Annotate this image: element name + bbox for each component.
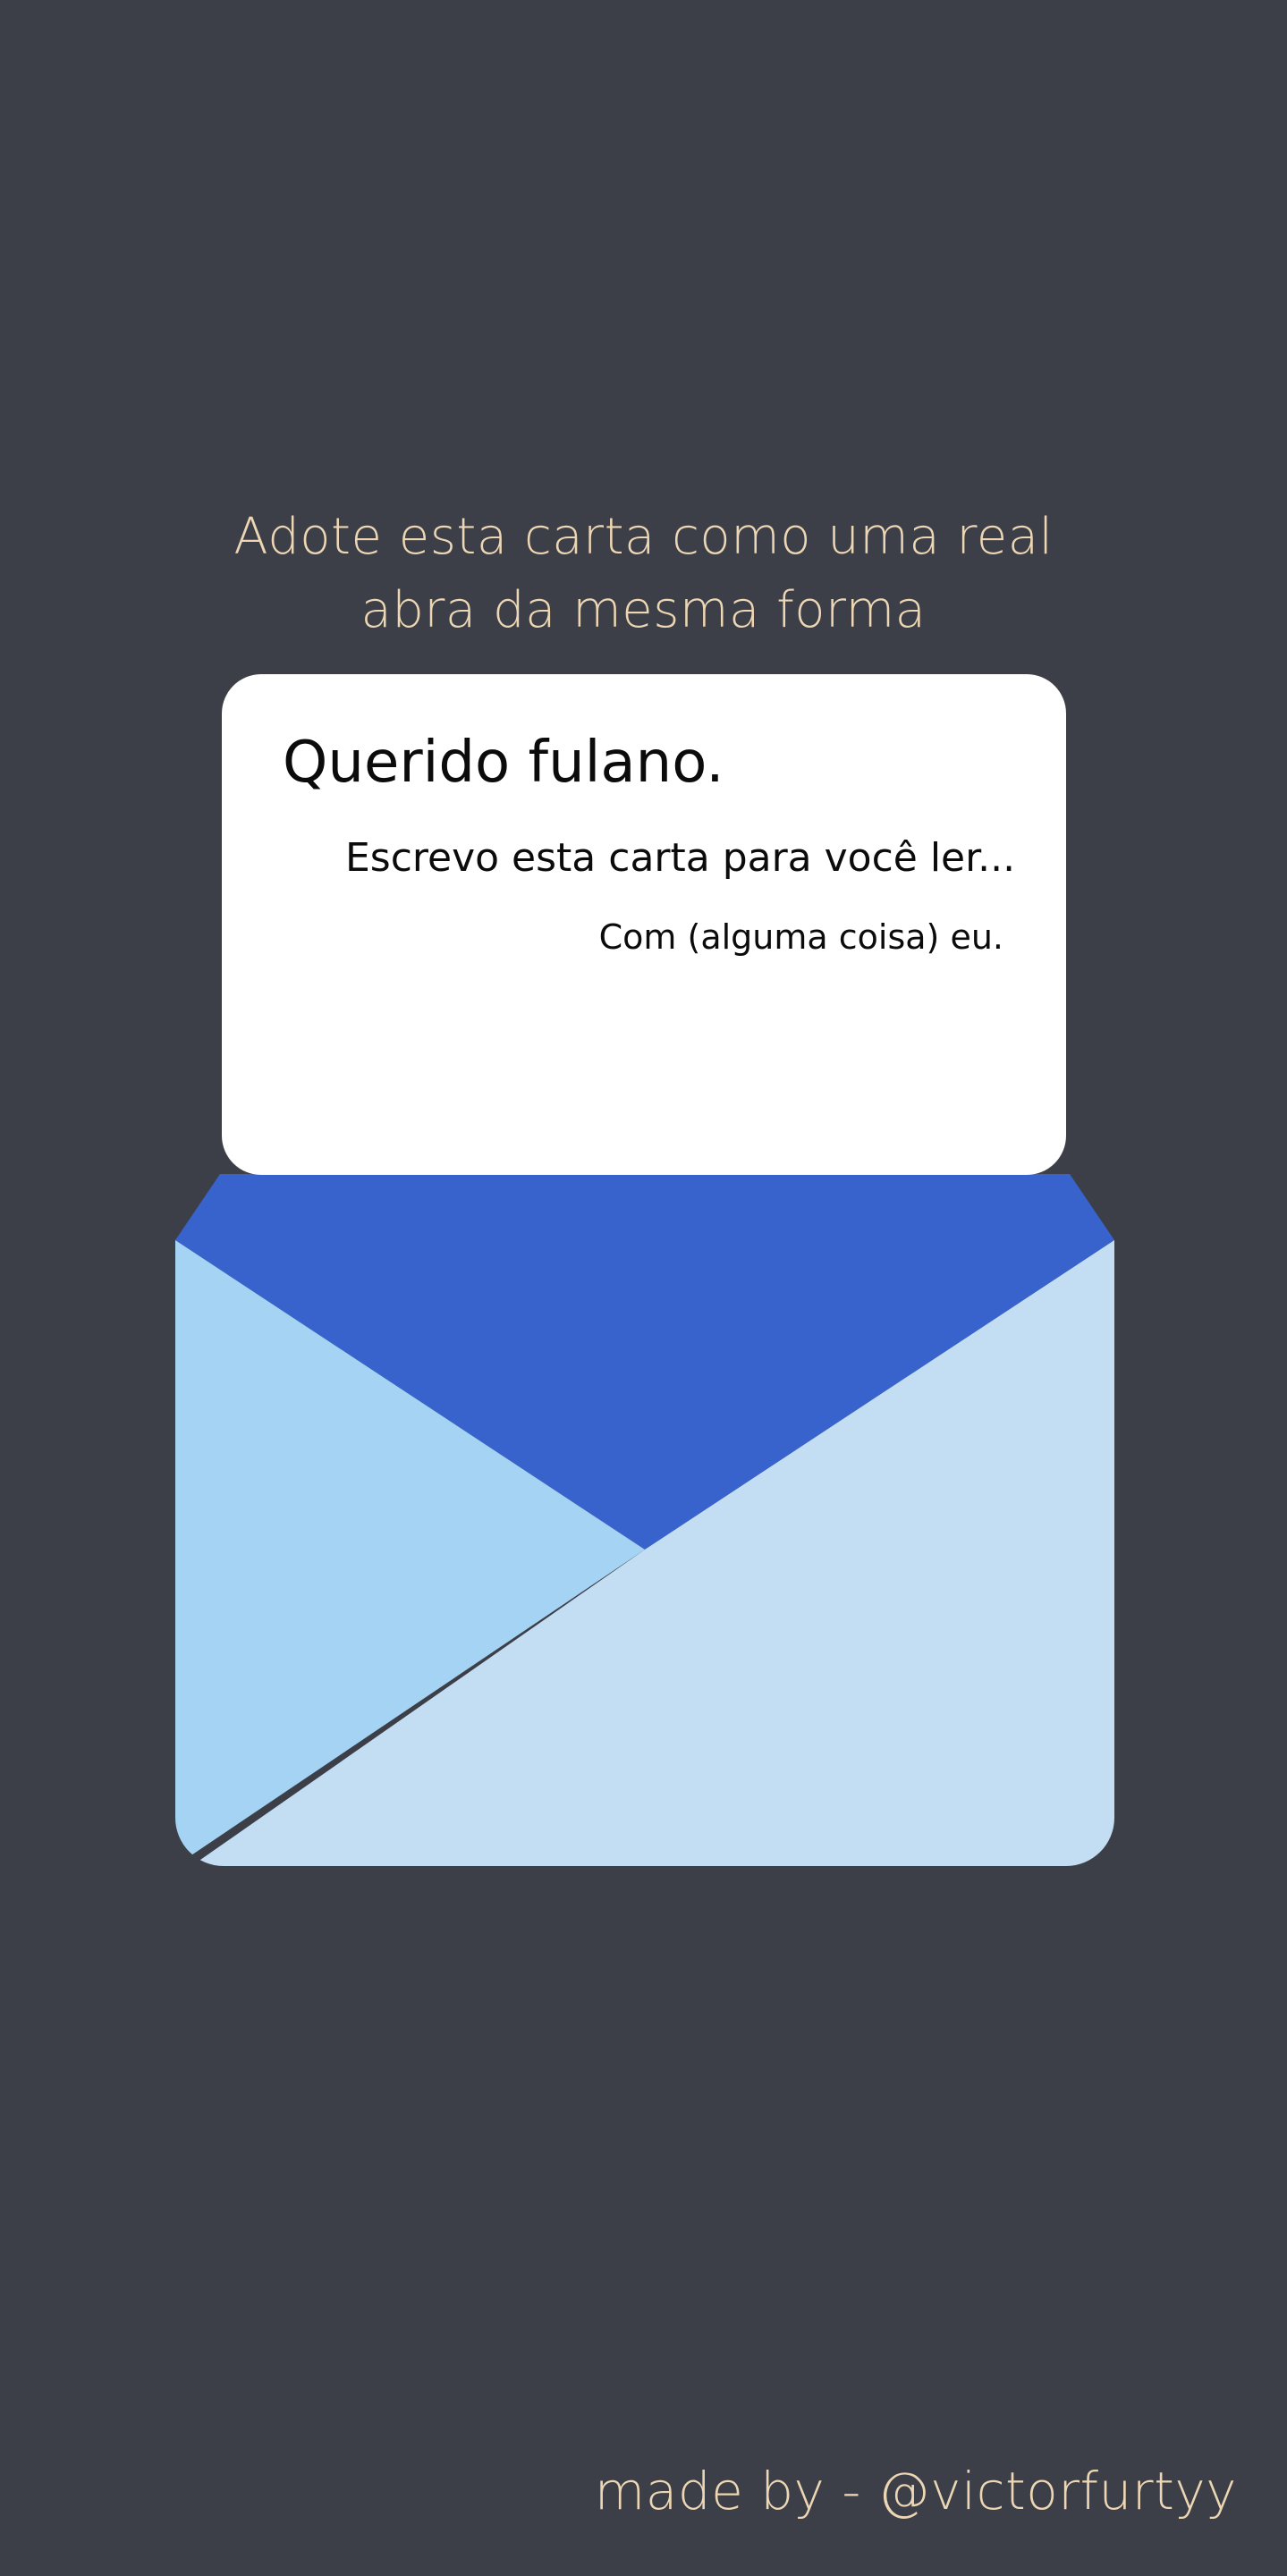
headline-line-1: Adote esta carta como uma real <box>233 508 1054 566</box>
envelope-graphic <box>175 1174 1114 1866</box>
headline-line-2: abra da mesma forma <box>360 581 927 639</box>
letter-greeting: Querido fulano. <box>283 730 724 796</box>
author-credit: made by - @victorfurtyy <box>594 2461 1237 2521</box>
letter-signoff: Com (alguma coisa) eu. <box>598 917 1003 957</box>
letter-body: Escrevo esta carta para você ler... <box>345 835 1016 881</box>
headline: Adote esta carta como uma real abra da m… <box>0 501 1287 647</box>
letter-card[interactable]: Querido fulano. Escrevo esta carta para … <box>222 674 1066 1175</box>
envelope[interactable] <box>175 1174 1114 1866</box>
